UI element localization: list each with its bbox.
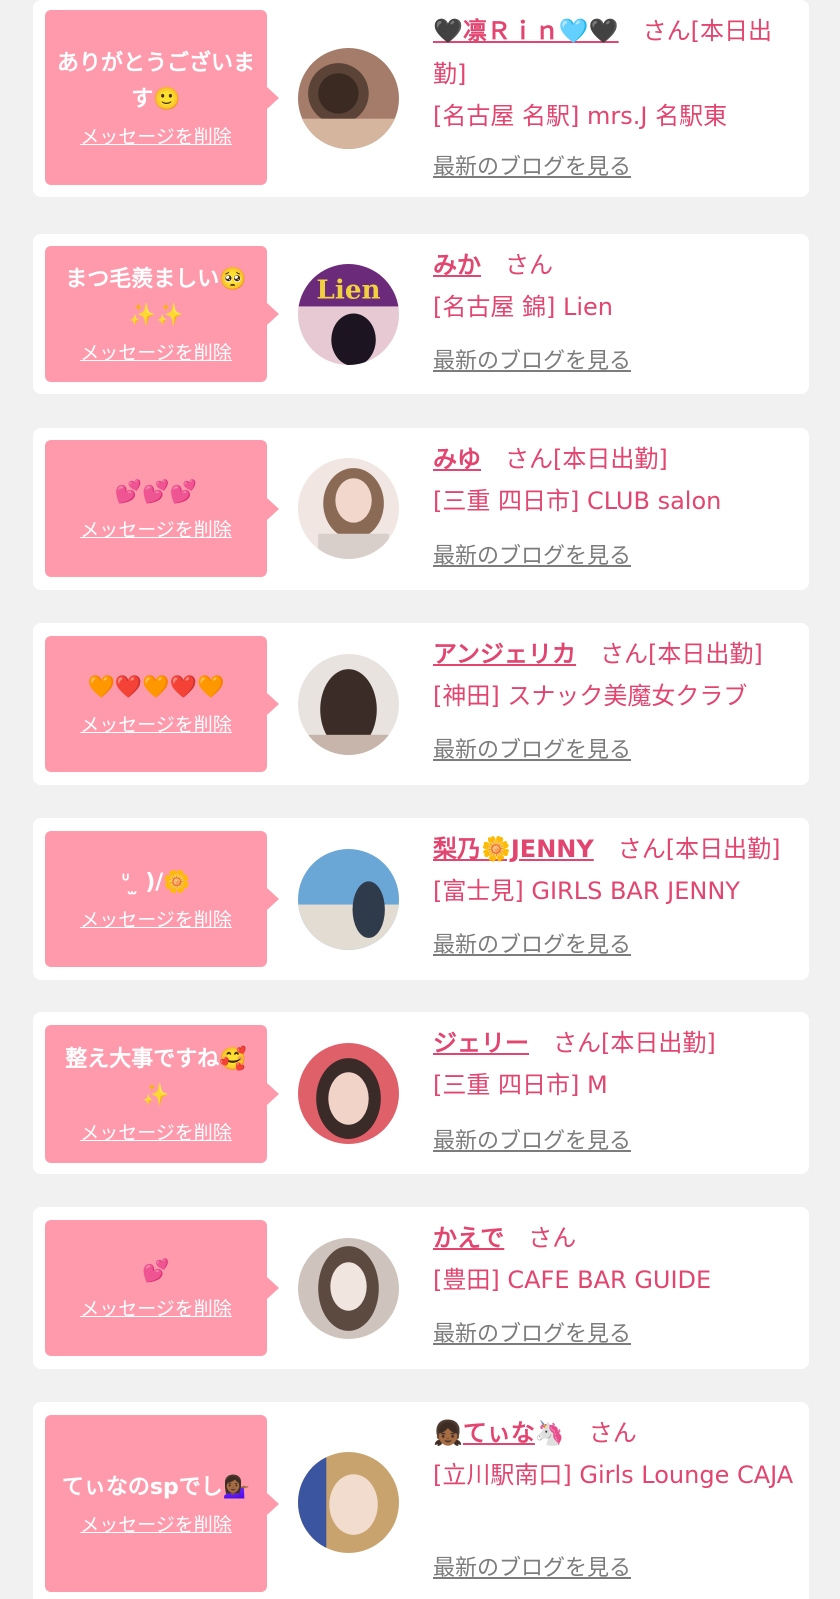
sender-name-line: アンジェリカ さん[本日出勤] (433, 633, 797, 676)
sender-name-link[interactable]: てぃな (463, 1419, 535, 1447)
sender-status: さん[本日出勤] (617, 835, 781, 863)
delete-message-link[interactable]: メッセージを削除 (80, 340, 232, 366)
sender-name-line: 👧🏾てぃな🦄 さん (433, 1412, 797, 1455)
avatar-image (298, 849, 399, 950)
sender-info: みゆ さん[本日出勤] [三重 四日市] CLUB salon (433, 438, 797, 521)
latest-blog-link[interactable]: 最新のブログを見る (433, 542, 631, 572)
sender-info: みか さん [名古屋 錦] Lien (433, 244, 797, 327)
sender-name-link[interactable]: かえで (433, 1224, 504, 1252)
message-text: まつ毛羨ましい🥺✨✨ (65, 267, 247, 328)
sender-info: 🖤⁣凛Ｒｉｎ🩵🖤 さん[本日出勤] [名古屋 名駅] mrs.J 名駅東 (433, 10, 797, 136)
shop-name: [名古屋 錦] Lien (433, 293, 613, 321)
message-bubble: ᐡ ̫ )/🌼 メッセージを削除 (45, 831, 279, 967)
avatar-image: Lien (298, 264, 399, 365)
sender-status: さん (505, 251, 553, 279)
avatar[interactable] (298, 1452, 399, 1553)
shop-name: [立川駅南口] Girls Lounge CAJA (433, 1461, 794, 1489)
sender-info: 梨乃🌼JENNY さん[本日出勤] [富士見] GIRLS BAR JENNY (433, 828, 797, 911)
avatar[interactable] (298, 1238, 399, 1339)
name-suffix-emoji: 🦄 (534, 1419, 565, 1447)
message-card: 💕 メッセージを削除 かえで さん [豊田] CAFE BAR GUIDE 最新の… (33, 1207, 809, 1369)
message-text: 🧡❤️🧡❤️🧡 (87, 675, 225, 700)
shop-name: [三重 四日市] CLUB salon (433, 487, 722, 515)
avatar-image (298, 1452, 399, 1553)
message-bubble: ありがとうございます🙂 メッセージを削除 (45, 10, 279, 185)
sender-status: さん[本日出勤] (600, 640, 763, 668)
latest-blog-link[interactable]: 最新のブログを見る (433, 1127, 631, 1157)
message-card: 💕💕💕 メッセージを削除 みゆ さん[本日出勤] [三重 四日市] CLUB sa… (33, 428, 809, 590)
delete-message-link[interactable]: メッセージを削除 (80, 712, 232, 738)
sender-name-line: ジェリー さん[本日出勤] (433, 1022, 797, 1065)
sender-status: さん (588, 1419, 637, 1447)
message-bubble: てぃなのspでし💁🏾‍♀️ メッセージを削除 (45, 1415, 279, 1592)
sender-info: アンジェリカ さん[本日出勤] [神田] スナック美魔女クラブ (433, 633, 797, 716)
sender-name-line: 梨乃🌼JENNY さん[本日出勤] (433, 828, 797, 871)
sender-name-line: かえで さん (433, 1217, 797, 1260)
message-card: 整え大事ですね🥰✨ メッセージを削除 ジェリー さん[本日出勤] [三重 四日市]… (33, 1012, 809, 1174)
avatar[interactable] (298, 48, 399, 149)
shop-name: [三重 四日市] M (433, 1071, 608, 1099)
message-card: てぃなのspでし💁🏾‍♀️ メッセージを削除 👧🏾てぃな🦄 さん [立川駅南口] … (33, 1402, 809, 1599)
svg-text:Lien: Lien (316, 274, 380, 305)
avatar[interactable] (298, 654, 399, 755)
sender-name-link[interactable]: みゆ (433, 445, 481, 473)
latest-blog-link[interactable]: 最新のブログを見る (433, 1554, 631, 1584)
delete-message-link[interactable]: メッセージを削除 (80, 1512, 232, 1538)
delete-message-link[interactable]: メッセージを削除 (80, 124, 232, 150)
avatar-image (298, 1238, 399, 1339)
message-card: ありがとうございます🙂 メッセージを削除 🖤⁣凛Ｒｉｎ🩵🖤 さん[本日出勤] [名… (33, 0, 809, 197)
sender-name-line: みゆ さん[本日出勤] (433, 438, 797, 481)
delete-message-link[interactable]: メッセージを削除 (80, 517, 232, 543)
avatar[interactable]: Lien (298, 264, 399, 365)
shop-name: [神田] スナック美魔女クラブ (433, 682, 748, 710)
message-bubble: 整え大事ですね🥰✨ メッセージを削除 (45, 1025, 279, 1163)
sender-info: ジェリー さん[本日出勤] [三重 四日市] M (433, 1022, 797, 1105)
message-text: 💕 (142, 1259, 170, 1284)
shop-name: [名古屋 名駅] mrs.J 名駅東 (433, 102, 728, 130)
name-prefix-emoji: 👧🏾 (433, 1419, 463, 1447)
sender-name-link[interactable]: 🖤⁣凛Ｒｉｎ🩵🖤 (433, 17, 619, 45)
avatar[interactable] (298, 849, 399, 950)
avatar-image (298, 1043, 399, 1144)
sender-name-line: みか さん (433, 244, 797, 287)
sender-name-link[interactable]: ジェリー (433, 1029, 529, 1057)
avatar-image (298, 48, 399, 149)
sender-name-line: 🖤⁣凛Ｒｉｎ🩵🖤 さん[本日出勤] (433, 10, 797, 96)
delete-message-link[interactable]: メッセージを削除 (80, 907, 232, 933)
sender-info: かえで さん [豊田] CAFE BAR GUIDE (433, 1217, 797, 1300)
message-text: 💕💕💕 (114, 479, 198, 505)
message-list: ありがとうございます🙂 メッセージを削除 🖤⁣凛Ｒｉｎ🩵🖤 さん[本日出勤] [名… (0, 0, 840, 1599)
message-text: ᐡ ̫ )/🌼 (121, 870, 191, 895)
avatar[interactable] (298, 458, 399, 559)
message-card: まつ毛羨ましい🥺✨✨ メッセージを削除 Lien みか さん [名古屋 錦] Li… (33, 234, 809, 394)
message-card: 🧡❤️🧡❤️🧡 メッセージを削除 アンジェリカ さん[本日出勤] [神田] スナッ… (33, 623, 809, 785)
avatar-image (298, 458, 399, 559)
delete-message-link[interactable]: メッセージを削除 (80, 1296, 232, 1322)
sender-info: 👧🏾てぃな🦄 さん [立川駅南口] Girls Lounge CAJA (433, 1412, 797, 1495)
shop-name: [豊田] CAFE BAR GUIDE (433, 1266, 712, 1294)
avatar[interactable] (298, 1043, 399, 1144)
message-text: ありがとうございます🙂 (56, 50, 255, 112)
delete-message-link[interactable]: メッセージを削除 (80, 1120, 232, 1146)
sender-status: さん[本日出勤] (553, 1029, 716, 1057)
latest-blog-link[interactable]: 最新のブログを見る (433, 736, 631, 766)
latest-blog-link[interactable]: 最新のブログを見る (433, 153, 631, 183)
message-text: 整え大事ですね🥰✨ (65, 1047, 247, 1108)
sender-status: さん (528, 1224, 577, 1252)
message-card: ᐡ ̫ )/🌼 メッセージを削除 梨乃🌼JENNY さん[本日出勤] [富士見] … (33, 818, 809, 980)
latest-blog-link[interactable]: 最新のブログを見る (433, 347, 631, 377)
message-text: てぃなのspでし💁🏾‍♀️ (61, 1474, 251, 1500)
latest-blog-link[interactable]: 最新のブログを見る (433, 1320, 631, 1350)
avatar-image (298, 654, 399, 755)
sender-status: さん[本日出勤] (505, 445, 668, 473)
shop-name: [富士見] GIRLS BAR JENNY (433, 877, 740, 905)
sender-name-link[interactable]: 梨乃🌼JENNY (433, 835, 594, 863)
message-bubble: 🧡❤️🧡❤️🧡 メッセージを削除 (45, 636, 279, 772)
latest-blog-link[interactable]: 最新のブログを見る (433, 931, 631, 961)
message-bubble: 💕💕💕 メッセージを削除 (45, 440, 279, 577)
sender-name-link[interactable]: みか (433, 251, 481, 279)
message-bubble: 💕 メッセージを削除 (45, 1220, 279, 1356)
sender-name-link[interactable]: アンジェリカ (433, 640, 576, 668)
message-bubble: まつ毛羨ましい🥺✨✨ メッセージを削除 (45, 246, 279, 382)
